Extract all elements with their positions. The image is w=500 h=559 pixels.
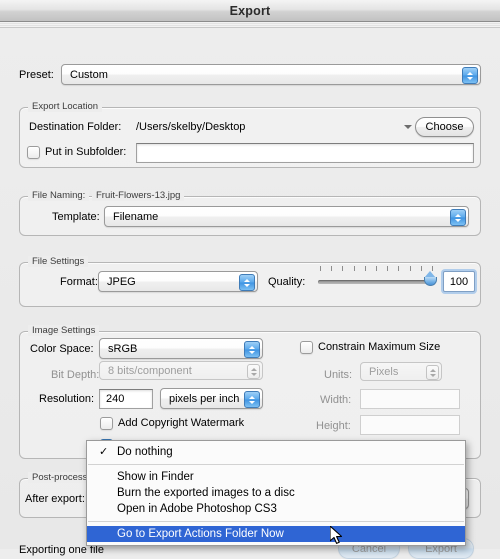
format-value: JPEG xyxy=(107,275,136,288)
after-export-menu[interactable]: ✓ Do nothing Show in Finder Burn the export… xyxy=(86,440,466,546)
color-space-label: Color Space: xyxy=(30,343,94,355)
quality-label: Quality: xyxy=(268,276,306,288)
units-label: Units: xyxy=(324,369,353,381)
format-label: Format: xyxy=(60,276,98,288)
resolution-input[interactable]: 240 xyxy=(99,389,153,409)
color-space-value: sRGB xyxy=(108,342,138,355)
put-in-subfolder-label: Put in Subfolder: xyxy=(45,146,127,158)
chevron-updown-icon xyxy=(450,209,466,226)
image-settings-group-title: Image Settings xyxy=(28,325,100,336)
destination-folder-chevron-down-icon[interactable] xyxy=(404,125,412,129)
height-label: Height: xyxy=(316,420,351,432)
units-popup: Pixels xyxy=(360,362,442,381)
bit-depth-popup: 8 bits/component xyxy=(99,361,263,380)
menu-item-label: Open in Adobe Photoshop CS3 xyxy=(117,503,277,515)
color-space-popup[interactable]: sRGB xyxy=(99,338,263,359)
file-naming-example: Fruit-Flowers-13.jpg xyxy=(92,190,185,201)
chevron-updown-icon xyxy=(244,391,260,408)
resolution-label: Resolution: xyxy=(39,393,95,405)
resolution-units-popup[interactable]: pixels per inch xyxy=(160,388,263,409)
bit-depth-label: Bit Depth: xyxy=(51,369,100,381)
bit-depth-value: 8 bits/component xyxy=(108,364,192,377)
after-export-label: After export: xyxy=(25,493,85,505)
units-value: Pixels xyxy=(369,365,399,378)
file-settings-group-title: File Settings xyxy=(28,256,89,267)
template-value: Filename xyxy=(113,210,159,223)
menu-item[interactable]: ✓ Do nothing xyxy=(87,444,465,460)
chevron-updown-icon xyxy=(244,341,260,358)
menu-item-label: Do nothing xyxy=(117,446,173,458)
menu-item-label: Show in Finder xyxy=(117,471,194,483)
file-naming-group-title: File Naming: xyxy=(28,190,90,201)
export-location-group-title: Export Location xyxy=(28,101,103,112)
mouse-cursor-icon xyxy=(329,525,344,549)
choose-button-label: Choose xyxy=(425,121,464,133)
chevron-updown-icon xyxy=(239,274,255,291)
menu-item[interactable]: Show in Finder xyxy=(87,469,465,485)
quality-value-input[interactable]: 100 xyxy=(443,271,475,292)
menu-item[interactable]: Open in Adobe Photoshop CS3 xyxy=(87,501,465,517)
add-copyright-watermark-label: Add Copyright Watermark xyxy=(118,417,245,429)
chevron-updown-icon xyxy=(426,365,439,380)
menu-item[interactable]: Go to Export Actions Folder Now xyxy=(87,526,465,542)
check-icon: ✓ xyxy=(99,446,109,458)
quality-slider-thumb[interactable] xyxy=(424,271,437,286)
format-popup[interactable]: JPEG xyxy=(98,271,258,292)
constrain-maximum-size-label: Constrain Maximum Size xyxy=(318,341,441,353)
height-input xyxy=(360,415,460,435)
window-titlebar: Export xyxy=(0,0,500,22)
destination-folder-label: Destination Folder: xyxy=(29,121,122,133)
menu-separator xyxy=(88,521,464,522)
preset-value: Custom xyxy=(70,68,108,81)
destination-folder-value: /Users/skelby/Desktop xyxy=(136,121,246,133)
menu-item-label: Burn the exported images to a disc xyxy=(117,487,295,499)
preset-popup[interactable]: Custom xyxy=(61,64,481,85)
resolution-value: 240 xyxy=(106,393,125,405)
choose-button[interactable]: Choose xyxy=(415,117,474,137)
width-label: Width: xyxy=(320,394,352,406)
chevron-updown-icon xyxy=(247,364,260,379)
width-input xyxy=(360,389,460,409)
menu-item[interactable]: Burn the exported images to a disc xyxy=(87,485,465,501)
constrain-maximum-size-checkbox[interactable] xyxy=(300,341,313,354)
resolution-units-value: pixels per inch xyxy=(169,392,240,405)
quality-value: 100 xyxy=(449,275,469,288)
menu-separator xyxy=(88,464,464,465)
add-copyright-watermark-checkbox[interactable] xyxy=(100,417,113,430)
quality-slider-track[interactable] xyxy=(318,280,435,284)
put-in-subfolder-input[interactable] xyxy=(136,143,474,163)
menu-item-label: Go to Export Actions Folder Now xyxy=(117,528,284,540)
template-popup[interactable]: Filename xyxy=(104,206,469,227)
chevron-updown-icon xyxy=(462,67,478,84)
quality-slider-ticks xyxy=(320,266,433,271)
window-title: Export xyxy=(229,3,271,18)
put-in-subfolder-checkbox[interactable] xyxy=(27,146,40,159)
template-label: Template: xyxy=(52,211,100,223)
preset-label: Preset: xyxy=(19,69,54,81)
